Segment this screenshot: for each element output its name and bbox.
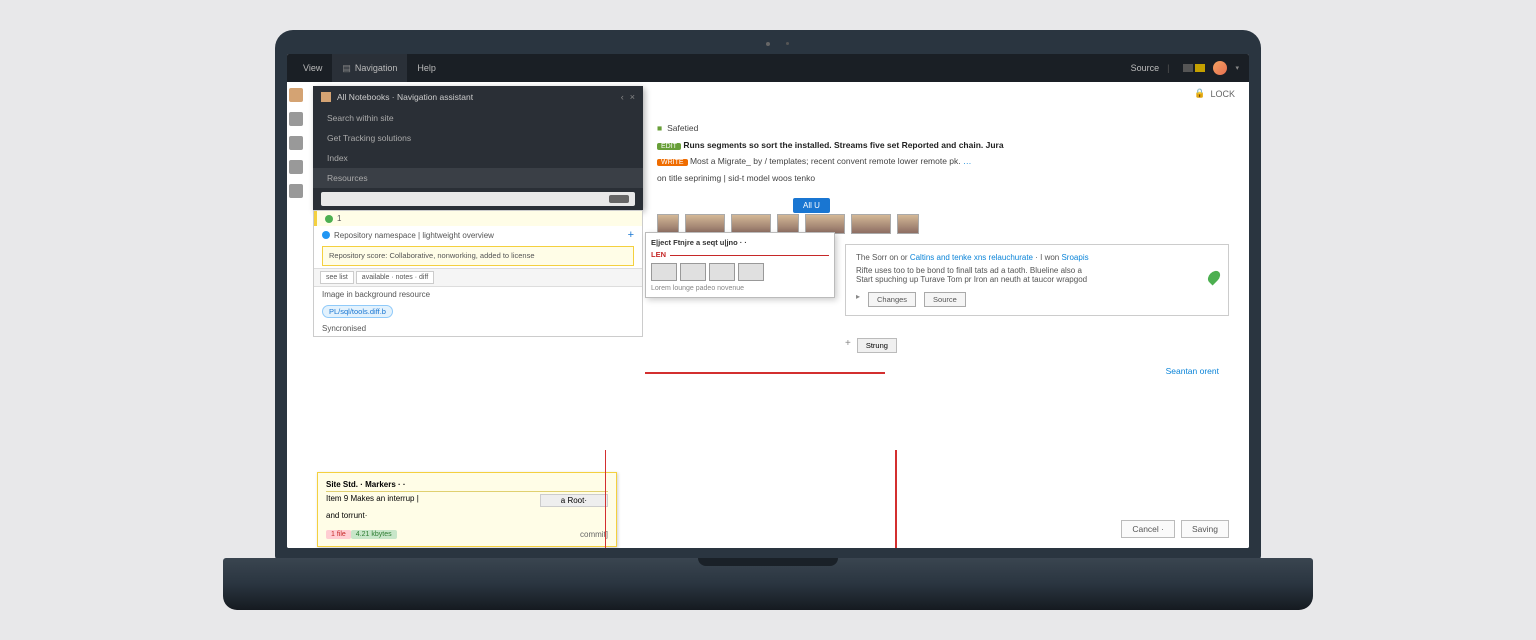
size-tag: 4.21 kbytes — [351, 530, 397, 539]
minimize-button[interactable] — [1183, 64, 1193, 72]
nav-item-search[interactable]: Search within site — [313, 108, 643, 128]
chevron-down-icon[interactable]: ▾ — [1235, 64, 1239, 72]
root-input[interactable]: a Root· — [540, 494, 608, 507]
tab-help[interactable]: Help — [407, 54, 446, 82]
edit-badge: EDIT — [657, 143, 681, 150]
popup-title: E|ject Ftnjre a seqt u|jno · · — [651, 238, 829, 247]
extension-icon[interactable] — [289, 184, 303, 198]
article-heading: Safetied — [667, 122, 698, 135]
plus-icon[interactable]: + — [628, 229, 634, 241]
preview-thumbnail[interactable] — [651, 263, 677, 281]
preview-thumbnail[interactable] — [738, 263, 764, 281]
content-area: All Notebooks · Navigation assistant ‹ ×… — [287, 82, 1249, 548]
settings-link[interactable]: Caltins and tenke xns relauchurate — [910, 253, 1033, 262]
meta-row: Syncronised — [314, 321, 642, 336]
sensor-icon — [786, 42, 789, 45]
toolbar-notes[interactable]: available · notes · diff — [356, 271, 434, 284]
pill-row: PL/sql/tools.diff.b — [314, 302, 642, 321]
thumbnail[interactable] — [805, 214, 845, 234]
cancel-button[interactable]: Cancel · — [1121, 520, 1175, 538]
ruler-line — [670, 255, 829, 256]
detail-toolbar: see list available · notes · diff — [314, 268, 642, 287]
changes-button[interactable]: Changes — [868, 292, 916, 307]
laptop-base — [223, 558, 1313, 610]
connector-line — [645, 372, 885, 374]
dialog-footer: Cancel · Saving — [1121, 520, 1229, 538]
search-icon[interactable] — [289, 112, 303, 126]
nav-item-tracking[interactable]: Get Tracking solutions — [313, 128, 643, 148]
detail-title-row[interactable]: Repository namespace | lightweight overv… — [314, 226, 642, 244]
detail-panel: 1 Repository namespace | lightweight ove… — [313, 210, 643, 337]
connector-line — [605, 450, 895, 548]
toolbar-seelist[interactable]: see list — [320, 271, 354, 284]
card-title: Site Std. · Markers · · — [326, 480, 406, 489]
thumbnail[interactable] — [657, 214, 679, 234]
lock-icon: 🔒 — [1194, 88, 1205, 99]
divider-icon: | — [1167, 63, 1169, 73]
marker-card: Site Std. · Markers · · Item 9 Makes an … — [317, 472, 617, 547]
debug-icon[interactable] — [289, 160, 303, 174]
camera-icon — [766, 42, 770, 46]
inspector-popup: E|ject Ftnjre a seqt u|jno · · LEN Lorem… — [645, 232, 835, 298]
tab-icon: ▤ — [342, 63, 351, 74]
plus-icon[interactable]: + — [845, 338, 851, 353]
pk-link[interactable]: … — [963, 156, 972, 166]
notebook-icon[interactable] — [289, 88, 303, 102]
strung-chip[interactable]: Strung — [857, 338, 897, 353]
bullet-icon: ■ — [657, 122, 662, 135]
description-box: Repository score: Collaborative, nonwork… — [322, 246, 634, 266]
popup-footer: Lorem lounge padeo novenue — [651, 285, 829, 292]
connector-line — [895, 450, 897, 548]
nav-item-index[interactable]: Index — [313, 148, 643, 168]
screen: View ▤ Navigation Help Source | ▾ — [287, 54, 1249, 548]
tab-view[interactable]: View — [293, 54, 332, 82]
file-tag: 1 file — [326, 530, 351, 539]
thumbnail[interactable] — [851, 214, 891, 234]
screen-bezel: View ▤ Navigation Help Source | ▾ — [275, 30, 1261, 560]
collapse-icon[interactable]: ‹ — [621, 92, 624, 102]
thumbnail[interactable] — [897, 214, 919, 234]
detail-header[interactable]: 1 — [314, 211, 642, 226]
window-controls — [1183, 64, 1205, 72]
commit-button[interactable]: commit] — [580, 530, 608, 539]
thumbnail[interactable] — [685, 214, 725, 234]
info-card: The Sorr on or Caltins and tenke xns rel… — [845, 244, 1229, 316]
groups-link[interactable]: Sroapis — [1061, 253, 1088, 262]
panel-icon — [321, 92, 331, 102]
maximize-button[interactable] — [1195, 64, 1205, 72]
len-label: LEN — [651, 250, 666, 259]
panel-title: All Notebooks · Navigation assistant — [337, 92, 473, 102]
hinge-notch — [698, 558, 838, 566]
write-badge: WRITE — [657, 159, 688, 166]
note-row: Image in background resource — [314, 287, 642, 302]
thumbnail[interactable] — [731, 214, 771, 234]
source-link[interactable]: Source — [1131, 63, 1160, 73]
tab-navigation[interactable]: ▤ Navigation — [332, 54, 407, 82]
source-button[interactable]: Source — [924, 292, 966, 307]
close-icon[interactable]: × — [630, 92, 635, 102]
thumbnail[interactable] — [777, 214, 799, 234]
expand-icon[interactable]: ▸ — [856, 292, 860, 307]
nav-item-resources[interactable]: Resources — [313, 168, 643, 188]
page-status: 🔒 LOCK — [1194, 88, 1235, 99]
branch-icon[interactable] — [289, 136, 303, 150]
save-button[interactable]: Saving — [1181, 520, 1229, 538]
filter-input[interactable] — [321, 192, 635, 206]
preview-thumbnail[interactable] — [709, 263, 735, 281]
info-dot-icon — [322, 231, 330, 239]
article: ■ Safetied EDIT Runs segments so sort th… — [657, 122, 1229, 188]
status-dot-icon — [325, 215, 333, 223]
see-more-link[interactable]: Seantan orent — [1166, 366, 1219, 376]
laptop-frame: View ▤ Navigation Help Source | ▾ — [223, 30, 1313, 610]
titlebar: View ▤ Navigation Help Source | ▾ — [287, 54, 1249, 82]
avatar[interactable] — [1213, 61, 1227, 75]
preview-thumbnail[interactable] — [680, 263, 706, 281]
activity-bar — [289, 84, 305, 484]
all-button[interactable]: All U — [793, 198, 830, 213]
nav-panel: All Notebooks · Navigation assistant ‹ ×… — [313, 86, 643, 210]
diff-link[interactable]: PL/sql/tools.diff.b — [322, 305, 393, 318]
